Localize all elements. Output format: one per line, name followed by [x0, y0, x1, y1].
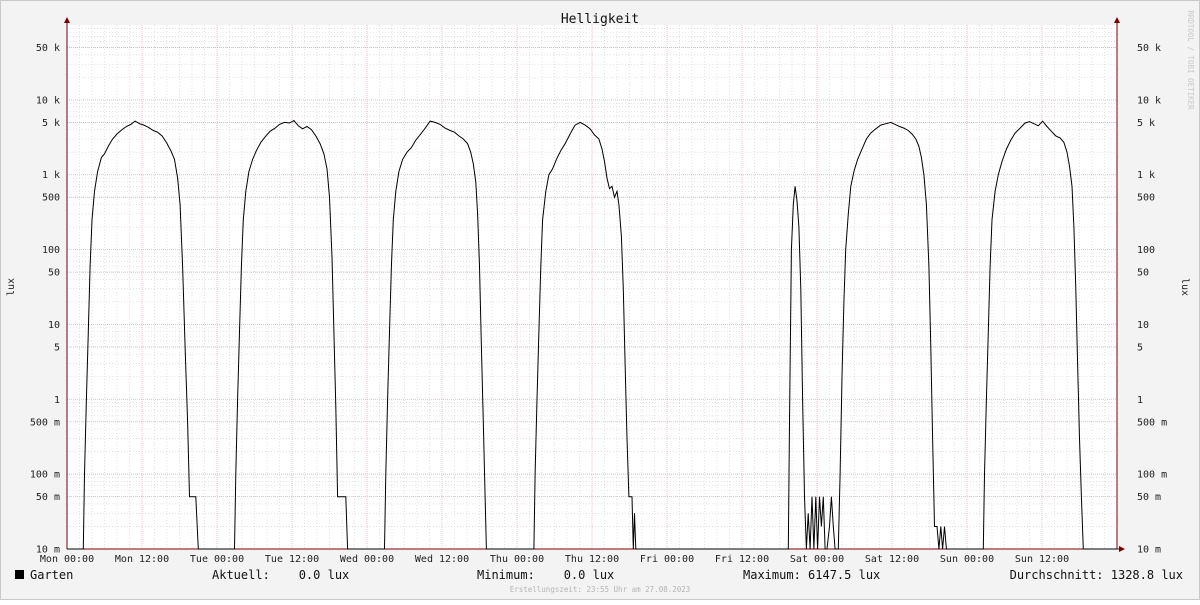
- legend-average: Durchschnitt: 1328.8 lux: [1010, 568, 1183, 582]
- x-tick-label: Tue 00:00: [190, 554, 244, 565]
- y-axis-label-right: lux: [1179, 278, 1190, 296]
- y-tick-label: 5 k: [42, 118, 60, 129]
- y-tick-label: 500: [42, 193, 60, 204]
- x-tick-label: Sat 12:00: [865, 554, 919, 565]
- y-tick-label: 50: [1137, 268, 1149, 279]
- legend-swatch: [15, 570, 24, 579]
- x-tick-label: Fri 12:00: [715, 554, 769, 565]
- x-tick-label: Mon 12:00: [115, 554, 169, 565]
- x-tick-label: Sat 00:00: [790, 554, 844, 565]
- y-tick-label: 10 k: [1137, 95, 1161, 106]
- y-tick-label: 10: [48, 320, 60, 331]
- chart-title: Helligkeit: [561, 12, 639, 27]
- y-tick-label: 1 k: [42, 170, 60, 181]
- x-tick-label: Mon 00:00: [40, 554, 94, 565]
- y-axis-label-left: lux: [6, 278, 17, 296]
- y-tick-label: 100 m: [30, 470, 60, 481]
- y-tick-label: 5: [1137, 342, 1143, 353]
- y-tick-label: 10: [1137, 320, 1149, 331]
- y-tick-label: 50 k: [36, 43, 60, 54]
- y-tick-label: 100: [42, 245, 60, 256]
- y-tick-label: 500 m: [30, 417, 60, 428]
- y-tick-label: 50 m: [36, 492, 60, 503]
- legend-current: Aktuell: 0.0 lux: [212, 568, 349, 582]
- y-tick-label: 5: [54, 342, 60, 353]
- x-tick-label: Sun 00:00: [940, 554, 994, 565]
- x-tick-label: Tue 12:00: [265, 554, 319, 565]
- y-tick-label: 1: [1137, 395, 1143, 406]
- x-tick-label: Wed 00:00: [340, 554, 394, 565]
- y-tick-label: 1 k: [1137, 170, 1155, 181]
- y-tick-label: 500 m: [1137, 417, 1167, 428]
- y-tick-label: 100 m: [1137, 470, 1167, 481]
- rrdtool-credit: RRDTOOL / TOBI OETIKER: [1186, 10, 1195, 110]
- y-tick-label: 500: [1137, 193, 1155, 204]
- x-tick-label: Fri 00:00: [640, 554, 694, 565]
- x-tick-label: Thu 00:00: [490, 554, 544, 565]
- y-tick-label: 50 m: [1137, 492, 1161, 503]
- y-tick-label: 5 k: [1137, 118, 1155, 129]
- legend-series-name: Garten: [30, 568, 73, 582]
- legend-maximum: Maximum: 6147.5 lux: [743, 568, 880, 582]
- y-tick-label: 50: [48, 268, 60, 279]
- y-tick-label: 10 m: [1137, 545, 1161, 556]
- graph-frame: 10 m 50 m 100 m 500 m 1 5 10 50 100 500 1 k 5 k 10 k…: [0, 0, 1200, 600]
- x-tick-label: Wed 12:00: [415, 554, 469, 565]
- y-tick-label: 50 k: [1137, 43, 1161, 54]
- legend-minimum: Minimum: 0.0 lux: [477, 568, 614, 582]
- y-tick-label: 100: [1137, 245, 1155, 256]
- y-tick-label: 1: [54, 395, 60, 406]
- creation-time: Erstellungszeit: 23:55 Uhr am 27.08.2023: [510, 585, 691, 594]
- y-tick-label: 10 k: [36, 95, 60, 106]
- brightness-chart: 10 m 50 m 100 m 500 m 1 5 10 50 100 500 1 k 5 k 10 k…: [0, 0, 1200, 600]
- x-tick-label: Sun 12:00: [1015, 554, 1069, 565]
- x-tick-label: Thu 12:00: [565, 554, 619, 565]
